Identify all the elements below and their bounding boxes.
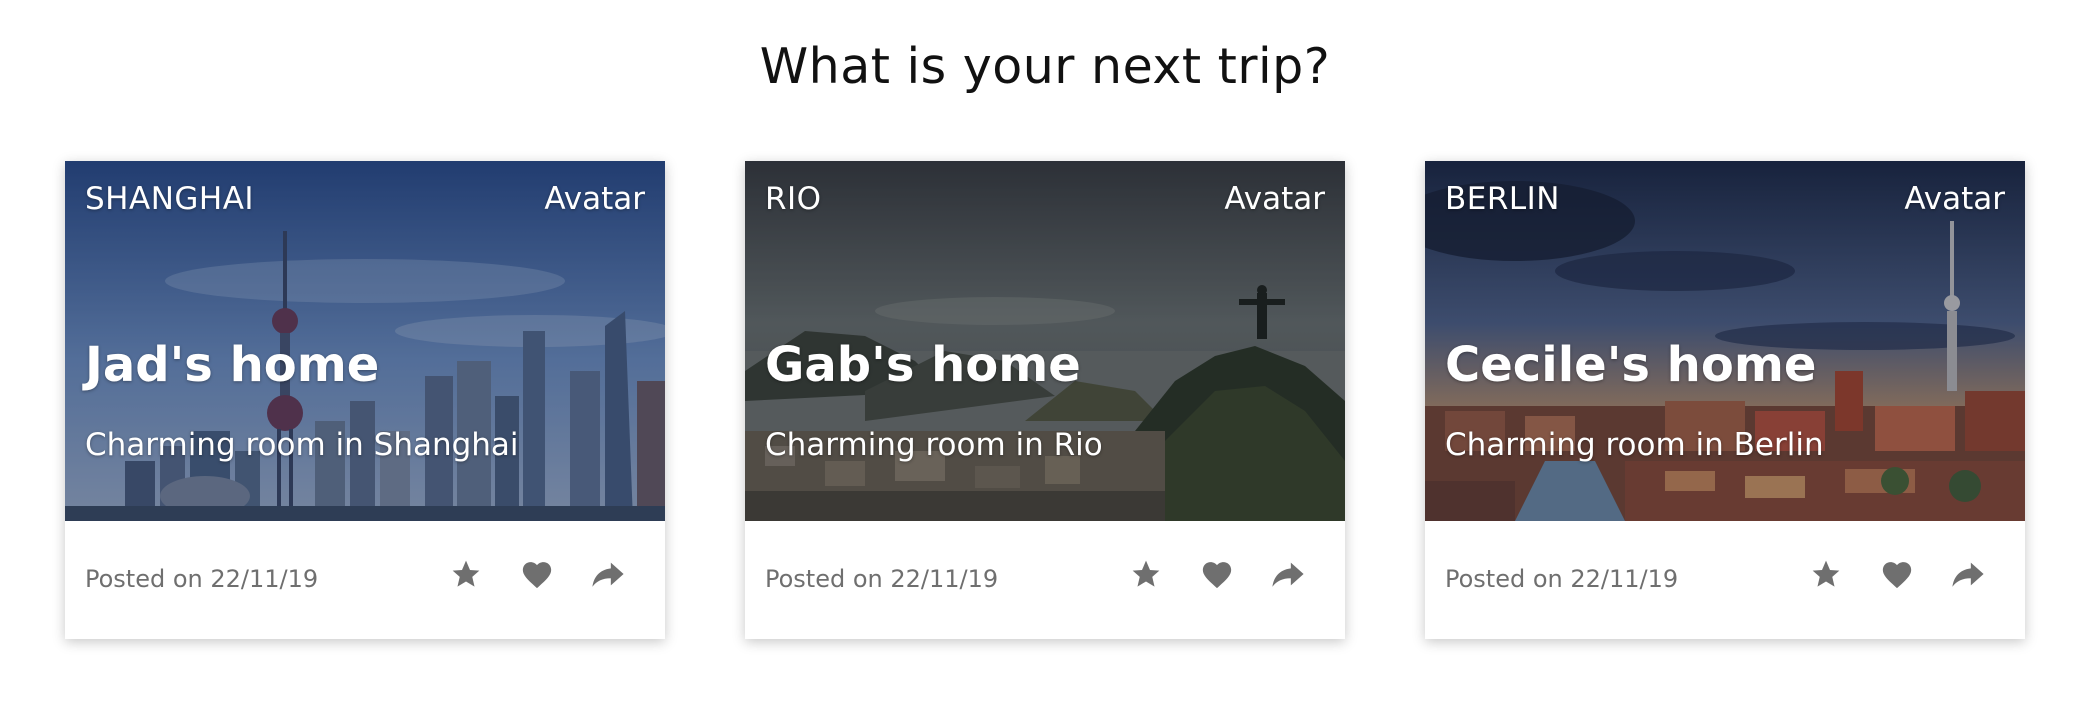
city-name: SHANGHAI xyxy=(85,181,255,217)
trip-card-berlin[interactable]: BERLIN Avatar Cecile's home Charming roo… xyxy=(1425,161,2025,639)
trip-card-shanghai[interactable]: SHANGHAI Avatar Jad's home Charming room… xyxy=(65,161,665,639)
share-icon[interactable] xyxy=(1269,555,1307,593)
page: What is your next trip? SHANGHAI Avatar … xyxy=(0,0,2090,710)
card-footer: Posted on 22/11/19 xyxy=(65,521,665,639)
posted-date: Posted on 22/11/19 xyxy=(85,565,319,593)
card-actions xyxy=(1807,555,1987,593)
card-title: Jad's home xyxy=(85,337,380,393)
card-footer: Posted on 22/11/19 xyxy=(745,521,1345,639)
card-media: BERLIN Avatar Cecile's home Charming roo… xyxy=(1425,161,2025,521)
city-name: RIO xyxy=(765,181,822,217)
star-icon[interactable] xyxy=(1807,555,1845,593)
star-icon[interactable] xyxy=(1127,555,1165,593)
share-icon[interactable] xyxy=(589,555,627,593)
avatar[interactable]: Avatar xyxy=(1224,181,1325,217)
card-subtitle: Charming room in Rio xyxy=(765,427,1103,463)
card-subtitle: Charming room in Berlin xyxy=(1445,427,1824,463)
city-name: BERLIN xyxy=(1445,181,1560,217)
card-footer: Posted on 22/11/19 xyxy=(1425,521,2025,639)
trip-card-rio[interactable]: RIO Avatar Gab's home Charming room in R… xyxy=(745,161,1345,639)
heart-icon[interactable] xyxy=(1198,555,1236,593)
card-title: Gab's home xyxy=(765,337,1081,393)
card-actions xyxy=(447,555,627,593)
posted-date: Posted on 22/11/19 xyxy=(765,565,999,593)
share-icon[interactable] xyxy=(1949,555,1987,593)
avatar[interactable]: Avatar xyxy=(544,181,645,217)
card-media: SHANGHAI Avatar Jad's home Charming room… xyxy=(65,161,665,521)
heart-icon[interactable] xyxy=(1878,555,1916,593)
star-icon[interactable] xyxy=(447,555,485,593)
card-title: Cecile's home xyxy=(1445,337,1817,393)
heart-icon[interactable] xyxy=(518,555,556,593)
avatar[interactable]: Avatar xyxy=(1904,181,2005,217)
page-title: What is your next trip? xyxy=(759,38,1331,95)
card-actions xyxy=(1127,555,1307,593)
posted-date: Posted on 22/11/19 xyxy=(1445,565,1679,593)
card-media: RIO Avatar Gab's home Charming room in R… xyxy=(745,161,1345,521)
card-subtitle: Charming room in Shanghai xyxy=(85,427,519,463)
